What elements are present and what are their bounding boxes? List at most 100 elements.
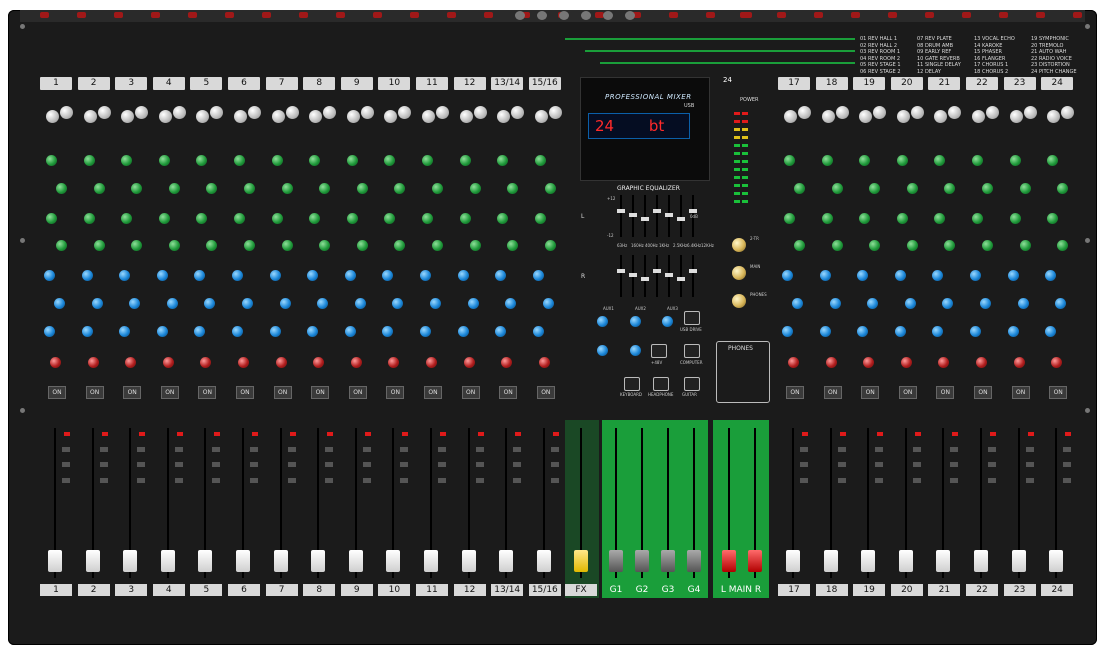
- main-fader-right[interactable]: [748, 550, 762, 572]
- channel-on-button[interactable]: ON: [160, 386, 179, 399]
- aux-knob[interactable]: [532, 326, 544, 337]
- eq-knob[interactable]: [831, 183, 843, 194]
- aux-knob[interactable]: [894, 326, 906, 337]
- eq-knob[interactable]: [56, 183, 67, 194]
- group-12-button[interactable]: [950, 462, 959, 467]
- master-knob-2-tr[interactable]: [732, 238, 746, 252]
- eq-knob[interactable]: [234, 155, 245, 166]
- group-34-button[interactable]: [800, 478, 808, 483]
- input-jack[interactable]: [706, 12, 715, 18]
- aux-knob[interactable]: [819, 326, 831, 337]
- eq-knob[interactable]: [544, 240, 556, 251]
- eq-knob[interactable]: [784, 155, 795, 166]
- eq-fader[interactable]: [677, 277, 685, 281]
- channel-on-button[interactable]: ON: [936, 386, 955, 399]
- group-12-button[interactable]: [212, 462, 221, 467]
- solo-button[interactable]: [62, 447, 70, 452]
- eq-knob[interactable]: [1009, 155, 1021, 166]
- aux-knob[interactable]: [532, 270, 544, 281]
- input-jack[interactable]: [888, 12, 897, 18]
- pan-knob[interactable]: [976, 357, 987, 368]
- gain-knob-2[interactable]: [172, 106, 186, 119]
- eq-fader[interactable]: [665, 273, 673, 277]
- solo-button[interactable]: [250, 447, 258, 452]
- channel-fader[interactable]: [1011, 550, 1026, 572]
- eq-knob[interactable]: [459, 213, 471, 224]
- group-12-button[interactable]: [325, 462, 334, 467]
- input-jack[interactable]: [373, 12, 382, 18]
- xlr-connector[interactable]: [537, 11, 547, 20]
- pan-knob[interactable]: [463, 357, 475, 368]
- aux-knob[interactable]: [542, 298, 554, 309]
- group-34-button[interactable]: [837, 478, 846, 483]
- channel-on-button[interactable]: ON: [348, 386, 367, 399]
- eq-knob[interactable]: [784, 213, 795, 224]
- channel-on-button[interactable]: ON: [123, 386, 142, 399]
- channel-fader[interactable]: [461, 550, 476, 572]
- input-jack[interactable]: [151, 12, 160, 18]
- solo-button[interactable]: [800, 447, 808, 452]
- group-fader-g2[interactable]: [635, 550, 649, 572]
- channel-on-button[interactable]: ON: [786, 386, 804, 399]
- gain-knob-2[interactable]: [548, 106, 562, 119]
- input-jack[interactable]: [814, 12, 823, 18]
- aux-knob[interactable]: [81, 326, 93, 337]
- channel-fader[interactable]: [786, 550, 800, 572]
- xlr-connector[interactable]: [515, 11, 525, 20]
- eq-knob[interactable]: [432, 240, 443, 251]
- eq-fader[interactable]: [689, 209, 697, 213]
- eq-knob[interactable]: [821, 213, 833, 224]
- channel-fader[interactable]: [1049, 550, 1064, 572]
- channel-fader[interactable]: [160, 550, 175, 572]
- aux-knob[interactable]: [420, 326, 431, 337]
- group-12-button[interactable]: [287, 462, 296, 467]
- eq-knob[interactable]: [56, 240, 67, 251]
- channel-on-button[interactable]: ON: [461, 386, 480, 399]
- gain-knob[interactable]: [158, 110, 172, 123]
- pan-knob[interactable]: [426, 357, 437, 368]
- aux-knob[interactable]: [232, 270, 243, 281]
- group-34-button[interactable]: [875, 478, 884, 483]
- channel-fader[interactable]: [123, 550, 138, 572]
- group-34-button[interactable]: [137, 478, 146, 483]
- group-12-button[interactable]: [1025, 462, 1034, 467]
- gain-knob[interactable]: [821, 110, 835, 123]
- aux-master-knob[interactable]: [597, 345, 608, 356]
- input-jack[interactable]: [851, 12, 860, 18]
- eq-knob[interactable]: [46, 155, 57, 166]
- pan-knob[interactable]: [162, 357, 174, 368]
- solo-button[interactable]: [325, 447, 334, 452]
- group-fader-g1[interactable]: [609, 550, 623, 572]
- group-34-button[interactable]: [62, 478, 70, 483]
- input-jack[interactable]: [484, 12, 493, 18]
- input-jack[interactable]: [188, 12, 197, 18]
- aux-knob[interactable]: [242, 298, 253, 309]
- aux-knob[interactable]: [54, 298, 65, 309]
- input-jack[interactable]: [114, 12, 123, 18]
- channel-on-button[interactable]: ON: [1049, 386, 1068, 399]
- pan-knob[interactable]: [238, 357, 249, 368]
- eq-knob[interactable]: [432, 183, 443, 194]
- channel-on-button[interactable]: ON: [273, 386, 292, 399]
- solo-button[interactable]: [212, 447, 221, 452]
- eq-fader[interactable]: [689, 269, 697, 273]
- group-12-button[interactable]: [174, 462, 183, 467]
- gain-knob-2[interactable]: [798, 106, 811, 119]
- input-jack[interactable]: [1036, 12, 1045, 18]
- channel-fader[interactable]: [236, 550, 250, 572]
- group-34-button[interactable]: [912, 478, 921, 483]
- group-12-button[interactable]: [400, 462, 409, 467]
- aux-knob[interactable]: [894, 270, 906, 281]
- gain-knob[interactable]: [534, 110, 548, 123]
- channel-on-button[interactable]: ON: [536, 386, 555, 399]
- solo-button[interactable]: [287, 447, 296, 452]
- gain-knob-2[interactable]: [248, 106, 261, 119]
- group-12-button[interactable]: [1063, 462, 1072, 467]
- group-34-button[interactable]: [362, 478, 371, 483]
- channel-on-button[interactable]: ON: [424, 386, 442, 399]
- group-34-button[interactable]: [250, 478, 258, 483]
- channel-on-button[interactable]: ON: [898, 386, 917, 399]
- eq-knob[interactable]: [794, 183, 805, 194]
- solo-button[interactable]: [475, 447, 484, 452]
- channel-on-button[interactable]: ON: [48, 386, 66, 399]
